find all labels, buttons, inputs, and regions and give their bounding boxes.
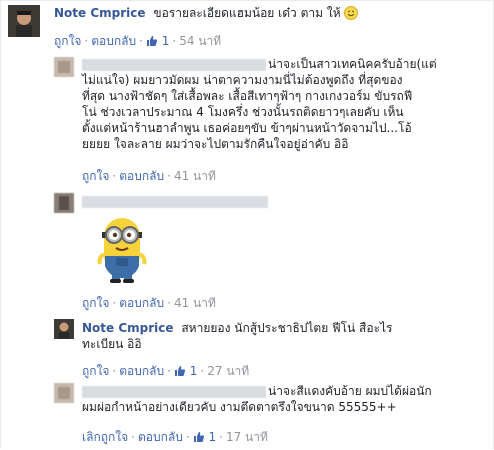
comment-author[interactable]: Note Cmprice: [82, 321, 174, 335]
reply-link[interactable]: ตอบกลับ: [119, 169, 164, 183]
comment-actions: ถูกใจ · ตอบกลับ · 1 · 54 นาที: [54, 34, 222, 48]
timestamp[interactable]: 41 นาที: [174, 169, 216, 183]
comment-text-line: ตั้งแต่หน้าร้านฮาลำพูน เธอค่อยๆขับ ข้าๆผ…: [82, 121, 412, 135]
comment-text: สหายยอง นักสู้ประชาธิปไตย ฟีโน่ สือะไร: [181, 321, 393, 335]
comment-text: ขอรายละเอียดแฮมน้อย เด๋ว ตาม ให้: [153, 6, 341, 20]
comment-actions: ถูกใจ · ตอบกลับ · 1 · 27 นาที: [82, 364, 250, 378]
like-link[interactable]: ถูกใจ: [82, 364, 109, 378]
author-name-redacted: [82, 386, 266, 398]
comment-text-line: น่าจะสีแดงคับอ้าย ผมบ่ได้ผ่อนัก: [268, 384, 432, 398]
author-name-redacted: [82, 59, 266, 71]
comment-actions: ถูกใจ · ตอบกลับ · 41 นาที: [82, 296, 216, 310]
avatar[interactable]: [54, 383, 74, 403]
avatar[interactable]: [54, 193, 74, 213]
timestamp[interactable]: 27 นาที: [207, 364, 249, 378]
thumbs-up-icon: [146, 35, 158, 47]
like-link[interactable]: ถูกใจ: [82, 169, 109, 183]
avatar[interactable]: [8, 5, 40, 37]
timestamp[interactable]: 17 นาที: [226, 430, 268, 444]
timestamp[interactable]: 54 นาที: [179, 34, 221, 48]
like-link[interactable]: ถูกใจ: [54, 34, 81, 48]
comment-text-line: ที่สุด นางฟ้าชัดๆ ใส่เสื้อพละ เสื้อสีเทา…: [82, 89, 413, 103]
comment-text-line: น่าจะเป็นสาวเทคนิคครับอ้าย(แต่: [268, 57, 437, 71]
like-count[interactable]: 1: [174, 364, 197, 378]
comment-author[interactable]: Note Cmprice: [54, 6, 146, 20]
minion-sticker[interactable]: [92, 212, 152, 284]
reply-link[interactable]: ตอบกลับ: [91, 34, 136, 48]
smiley-icon: [344, 6, 359, 20]
avatar[interactable]: [54, 319, 74, 339]
like-count[interactable]: 1: [146, 34, 169, 48]
comment-actions: เลิกถูกใจ · ตอบกลับ · 1 · 17 นาที: [82, 430, 268, 444]
reply-link[interactable]: ตอบกลับ: [138, 430, 183, 444]
reply-link[interactable]: ตอบกลับ: [119, 364, 164, 378]
comment-text-line: ผมผ่อกำหน้าอย่างเดียวคับ งามตึดตาตรึงใจข…: [82, 400, 397, 414]
comment-text-line: ทะเบียน อิอิ: [82, 337, 142, 351]
thumbs-up-icon: [193, 431, 205, 443]
reply-link[interactable]: ตอบกลับ: [119, 296, 164, 310]
comment-text-line: ยยยย ใจละลาย ผมว่าจะไปตามรักคืนใจอยู่อ่า…: [82, 137, 349, 151]
comment-text-line: โน่ ช่วงเวลาประมาณ 4 โมงครึ่ง ช่วงนั้นรถ…: [82, 105, 404, 119]
timestamp[interactable]: 41 นาที: [174, 296, 216, 310]
like-count[interactable]: 1: [193, 430, 216, 444]
author-name-redacted: [82, 196, 268, 208]
thumbs-up-icon: [174, 365, 186, 377]
avatar[interactable]: [54, 57, 74, 77]
comment-actions: ถูกใจ · ตอบกลับ · 41 นาที: [82, 169, 216, 183]
comment-text-line: ไม่แน่ใจ) ผมยาวมัดผม น่าตาความงามนี่ไม่ต…: [82, 73, 403, 87]
unlike-link[interactable]: เลิกถูกใจ: [82, 430, 128, 444]
like-link[interactable]: ถูกใจ: [82, 296, 109, 310]
